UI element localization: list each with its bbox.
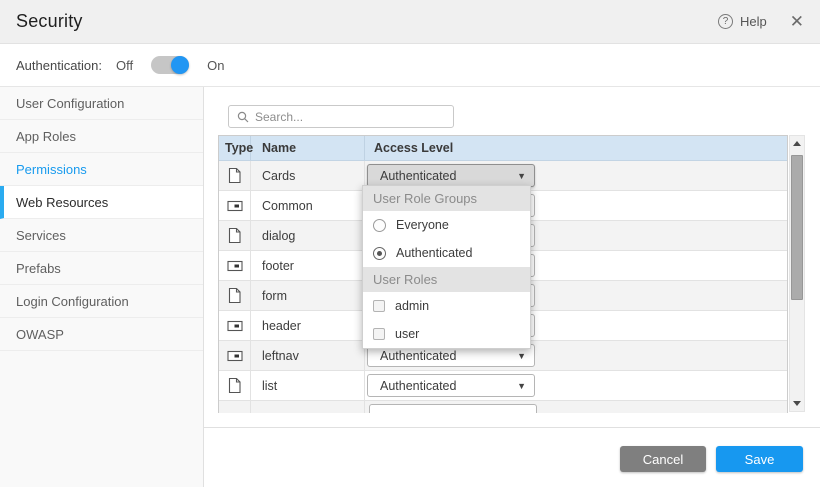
column-header-name: Name: [251, 136, 365, 160]
resource-name: Common: [251, 191, 365, 220]
scroll-down-icon: [793, 401, 801, 406]
resource-name: list: [251, 371, 365, 400]
sidebar-item-prefabs[interactable]: Prefabs: [0, 252, 203, 285]
radio-checked-icon: [373, 247, 386, 260]
scroll-up-icon: [793, 141, 801, 146]
dropdown-section-header: User Role Groups: [363, 186, 530, 211]
toggle-knob: [171, 56, 189, 74]
sidebar-item-permissions[interactable]: Permissions: [0, 153, 203, 186]
resource-name: Cards: [251, 161, 365, 190]
dropdown-option-admin[interactable]: admin: [363, 292, 530, 320]
sidebar-item-services[interactable]: Services: [0, 219, 203, 252]
page-title: Security: [16, 11, 83, 32]
resource-name: header: [251, 311, 365, 340]
sidebar-item-app-roles[interactable]: App Roles: [0, 120, 203, 153]
toggle-on-label: On: [207, 58, 224, 73]
page-icon: [227, 227, 242, 244]
checkbox-unchecked-icon: [373, 300, 385, 312]
sidebar: User Configuration App Roles Permissions…: [0, 87, 204, 487]
scroll-down-button[interactable]: [790, 396, 804, 411]
access-level-dropdown[interactable]: Authenticated▼: [367, 164, 535, 187]
authentication-toggle[interactable]: [151, 56, 189, 74]
dropdown-option-user[interactable]: user: [363, 320, 530, 348]
column-header-access-level: Access Level: [365, 136, 787, 160]
chevron-down-icon: ▼: [517, 351, 526, 361]
security-dialog: Security ? Help ✕ Authentication: Off On…: [0, 0, 820, 488]
footer-divider: [204, 427, 820, 428]
radio-unchecked-icon: [373, 219, 386, 232]
sidebar-item-user-configuration[interactable]: User Configuration: [0, 87, 203, 120]
sidebar-item-login-configuration[interactable]: Login Configuration: [0, 285, 203, 318]
search-icon: [237, 111, 249, 123]
cancel-button[interactable]: Cancel: [620, 446, 706, 472]
close-icon[interactable]: ✕: [790, 13, 804, 30]
access-level-dropdown[interactable]: Authenticated▼: [367, 374, 535, 397]
dropdown-section-header: User Roles: [363, 267, 530, 292]
scroll-up-button[interactable]: [790, 136, 804, 151]
authentication-label: Authentication:: [16, 58, 102, 73]
widget-icon: [227, 199, 243, 213]
dropdown-option-authenticated[interactable]: Authenticated: [363, 239, 530, 267]
help-button[interactable]: ? Help: [718, 14, 767, 29]
table-scrollbar[interactable]: [789, 135, 805, 412]
access-level-dropdown[interactable]: [369, 404, 537, 413]
widget-icon: [227, 319, 243, 333]
table-row-clipped: [219, 401, 787, 413]
page-icon: [227, 287, 242, 304]
widget-icon: [227, 259, 243, 273]
resource-name: footer: [251, 251, 365, 280]
table-row: list Authenticated▼: [219, 371, 787, 401]
access-level-dropdown-panel: User Role Groups Everyone Authenticated …: [362, 185, 531, 349]
footer-actions: Cancel Save: [620, 446, 803, 472]
toggle-off-label: Off: [116, 58, 133, 73]
sidebar-item-web-resources[interactable]: Web Resources: [0, 186, 203, 219]
sidebar-item-owasp[interactable]: OWASP: [0, 318, 203, 351]
resource-name: leftnav: [251, 341, 365, 370]
checkbox-unchecked-icon: [373, 328, 385, 340]
widget-icon: [227, 349, 243, 363]
search-box: [228, 105, 454, 128]
main-panel: Type Name Access Level Cards Authenticat…: [204, 87, 820, 487]
chevron-down-icon: ▼: [517, 171, 526, 181]
chevron-down-icon: ▼: [517, 381, 526, 391]
title-bar: Security ? Help ✕: [0, 0, 820, 44]
search-input[interactable]: [255, 110, 445, 124]
table-header: Type Name Access Level: [219, 136, 787, 161]
scrollbar-thumb[interactable]: [791, 155, 803, 300]
help-icon: ?: [718, 14, 733, 29]
dropdown-option-everyone[interactable]: Everyone: [363, 211, 530, 239]
save-button[interactable]: Save: [716, 446, 803, 472]
column-header-type: Type: [219, 136, 251, 160]
page-icon: [227, 377, 242, 394]
help-label: Help: [740, 14, 767, 29]
page-icon: [227, 167, 242, 184]
authentication-bar: Authentication: Off On: [0, 44, 820, 87]
resource-name: form: [251, 281, 365, 310]
resource-name: dialog: [251, 221, 365, 250]
